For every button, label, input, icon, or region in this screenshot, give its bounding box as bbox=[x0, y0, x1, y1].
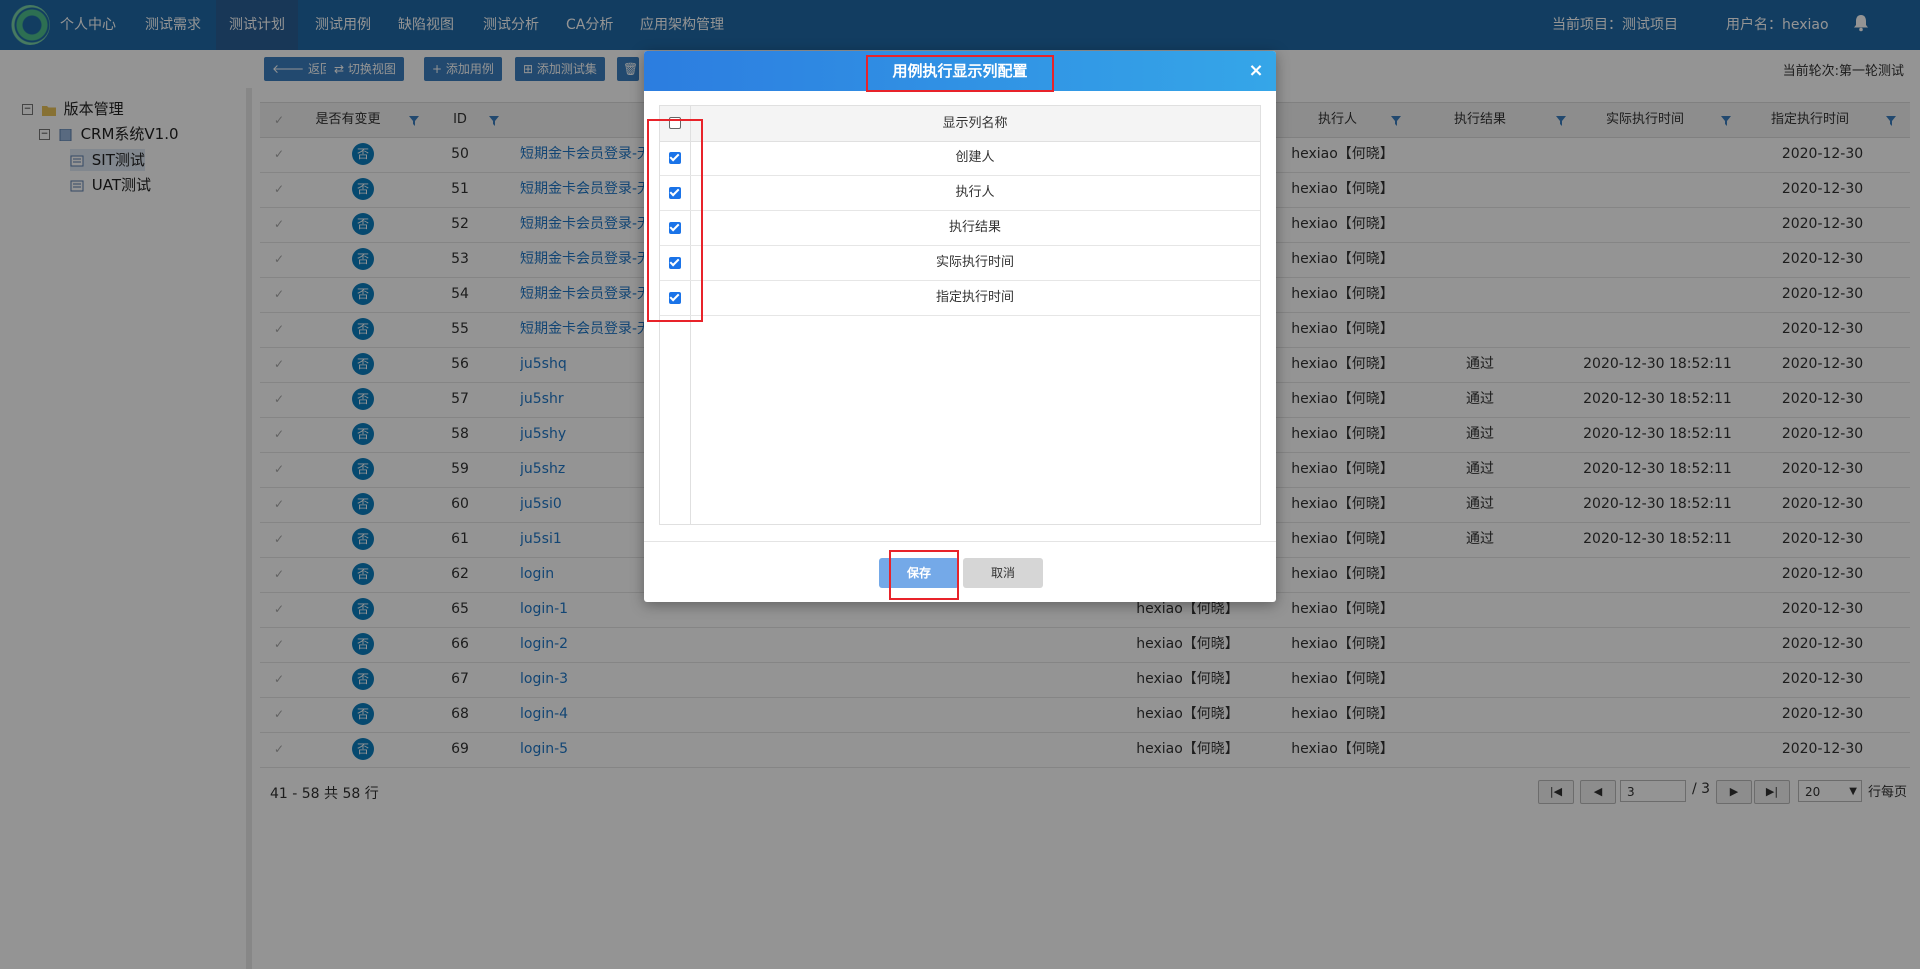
column-option-label: 执行结果 bbox=[948, 220, 1001, 235]
column-option-label: 创建人 bbox=[955, 150, 995, 165]
highlight-title bbox=[866, 55, 1054, 92]
column-option-row[interactable]: 创建人 bbox=[660, 141, 1260, 176]
column-option-label: 实际执行时间 bbox=[935, 255, 1014, 270]
column-list: 显示列名称 创建人执行人执行结果实际执行时间 指定执行时间 bbox=[659, 105, 1261, 525]
column-option-row[interactable]: 指定执行时间 bbox=[660, 281, 1260, 316]
highlight-checkboxes bbox=[647, 119, 703, 322]
checkbox-column-filler bbox=[660, 316, 691, 524]
column-name-header: 显示列名称 bbox=[942, 116, 1008, 131]
column-config-dialog: 用例执行显示列配置 × 显示列名称 创建人 执行人 执行结果 实际执行时间 指定执行时间… bbox=[644, 51, 1276, 602]
column-option-label: 指定执行时间 bbox=[935, 290, 1014, 305]
close-icon[interactable]: × bbox=[1244, 59, 1268, 83]
column-option-row[interactable]: 执行人 bbox=[660, 176, 1260, 211]
column-option-label: 执行人 bbox=[955, 185, 995, 200]
column-list-header: 显示列名称 bbox=[660, 106, 1260, 142]
cancel-button[interactable]: 取消 bbox=[963, 558, 1043, 588]
column-option-row[interactable]: 执行结果 bbox=[660, 211, 1260, 246]
dialog-footer: 保存 取消 bbox=[644, 541, 1276, 603]
column-option-row[interactable]: 实际执行时间 bbox=[660, 246, 1260, 281]
highlight-save bbox=[889, 550, 959, 600]
